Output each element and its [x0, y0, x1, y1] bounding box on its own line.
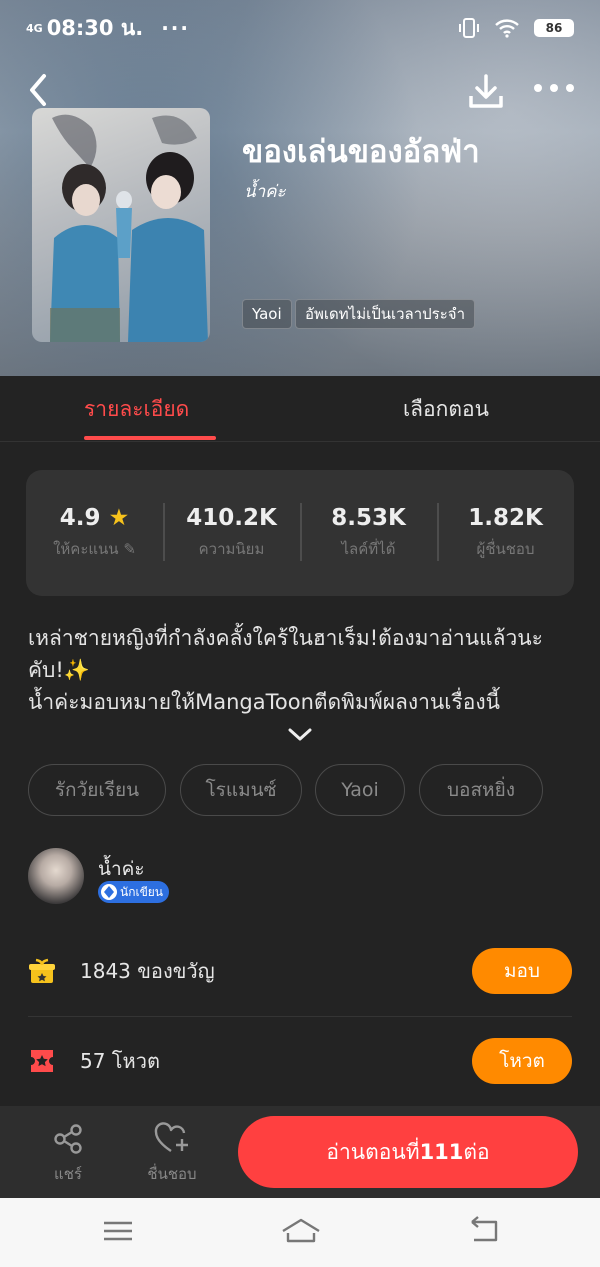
signal-indicator: 4G	[26, 21, 43, 35]
stat-rating[interactable]: 4.9 ★ ให้คะแนน ✎	[26, 505, 163, 561]
comic-title: ของเล่นของอัลฟ่า	[242, 134, 480, 170]
share-button[interactable]: แชร์	[28, 1122, 108, 1186]
likes-value: 8.53K	[331, 505, 406, 531]
continue-reading-button[interactable]: อ่านตอนที่ 111 ต่อ	[238, 1116, 578, 1188]
vote-row: 57 โหวต โหวต	[28, 1016, 572, 1106]
tag-chip-update-schedule: อัพเดทไม่เป็นเวลาประจำ	[295, 299, 475, 329]
popularity-label: ความนิยม	[198, 540, 265, 558]
vote-button[interactable]: โหวต	[472, 1038, 572, 1084]
read-button-suffix: ต่อ	[463, 1139, 490, 1164]
share-icon	[54, 1124, 82, 1154]
author-avatar[interactable]	[28, 848, 84, 904]
description-line-2: น้ำค่ะมอบหมายให้MangaToonตีดพิมพ์ผลงานเร…	[28, 690, 500, 714]
gift-row: 1843 ของขวัญ มอบ	[28, 926, 572, 1016]
favorite-button[interactable]: ชื่นชอบ	[132, 1122, 212, 1186]
genre-chip-yaoi[interactable]: Yaoi	[315, 764, 405, 816]
heart-plus-icon	[154, 1122, 188, 1152]
wifi-icon	[495, 19, 519, 38]
read-button-episode: 111	[419, 1140, 464, 1164]
description-line-1: เหล่าชายหญิงที่กำลังคลั้งใคร้ในฮาเร็ม!ต้…	[28, 626, 543, 682]
star-icon: ★	[108, 505, 130, 531]
genre-chip-romance[interactable]: โรแมนซ์	[180, 764, 302, 816]
vibrate-icon	[459, 18, 479, 38]
favorites-value: 1.82K	[468, 505, 543, 531]
home-icon[interactable]	[280, 1216, 322, 1246]
likes-label: ไลค์ที่ได้	[341, 540, 396, 558]
download-icon[interactable]	[466, 72, 506, 112]
hero-header: 4G 08:30 น. ··· 86 ของเล่นของอัลฟ่า น้ำค	[0, 0, 600, 376]
give-gift-button[interactable]: มอบ	[472, 948, 572, 994]
writer-badge-icon	[101, 884, 117, 900]
bottom-action-bar: แชร์ ชื่นชอบ อ่านตอนที่ 111 ต่อ	[0, 1106, 600, 1198]
comic-author[interactable]: น้ำค่ะ	[244, 178, 286, 205]
rating-label: ให้คะแนน	[53, 540, 119, 558]
active-tab-indicator	[84, 436, 216, 440]
menu-icon[interactable]	[100, 1216, 136, 1246]
author-name[interactable]: น้ำค่ะ	[98, 854, 145, 884]
stat-popularity: 410.2K ความนิยม	[163, 503, 300, 561]
rating-value: 4.9	[59, 505, 101, 531]
gift-count: 1843 ของขวัญ	[80, 959, 215, 983]
edit-pencil-icon: ✎	[123, 540, 136, 558]
description: เหล่าชายหญิงที่กำลังคลั้งใคร้ในฮาเร็ม!ต้…	[28, 622, 576, 718]
stats-panel: 4.9 ★ ให้คะแนน ✎ 410.2K ความนิยม 8.53K ไ…	[26, 470, 574, 596]
stat-favorites: 1.82K ผู้ชื่นชอบ	[437, 503, 574, 561]
stat-likes: 8.53K ไลค์ที่ได้	[300, 503, 437, 561]
expand-chevron-icon[interactable]	[288, 728, 312, 742]
genre-chip-school-romance[interactable]: รักวัยเรียน	[28, 764, 166, 816]
writer-badge: นักเขียน	[98, 881, 170, 903]
tab-episodes[interactable]: เลือกตอน	[403, 376, 489, 442]
genre-chip-arrogant-boss[interactable]: บอสหยิ่ง	[419, 764, 543, 816]
share-label: แชร์	[54, 1165, 82, 1183]
vote-count: 57 โหวต	[80, 1049, 160, 1073]
tab-bar: รายละเอียด เลือกตอน	[0, 376, 600, 442]
status-bar: 4G 08:30 น. ··· 86	[0, 0, 600, 56]
system-nav-bar	[0, 1198, 600, 1267]
favorite-label: ชื่นชอบ	[147, 1165, 197, 1183]
popularity-value: 410.2K	[186, 505, 277, 531]
tag-chip-yaoi: Yaoi	[242, 299, 292, 329]
writer-badge-label: นักเขียน	[120, 884, 164, 899]
clock: 08:30 น.	[46, 15, 144, 40]
back-nav-icon[interactable]	[466, 1216, 502, 1246]
vote-ticket-icon	[31, 1050, 53, 1072]
gift-icon	[29, 958, 55, 983]
favorites-label: ผู้ชื่นชอบ	[476, 540, 535, 558]
battery-indicator: 86	[534, 19, 574, 37]
more-options-icon[interactable]	[532, 80, 576, 100]
read-button-prefix: อ่านตอนที่	[326, 1139, 420, 1164]
back-button[interactable]	[22, 70, 58, 110]
notification-dots: ···	[161, 16, 190, 40]
cover-image	[32, 108, 210, 342]
tab-details[interactable]: รายละเอียด	[84, 376, 189, 442]
